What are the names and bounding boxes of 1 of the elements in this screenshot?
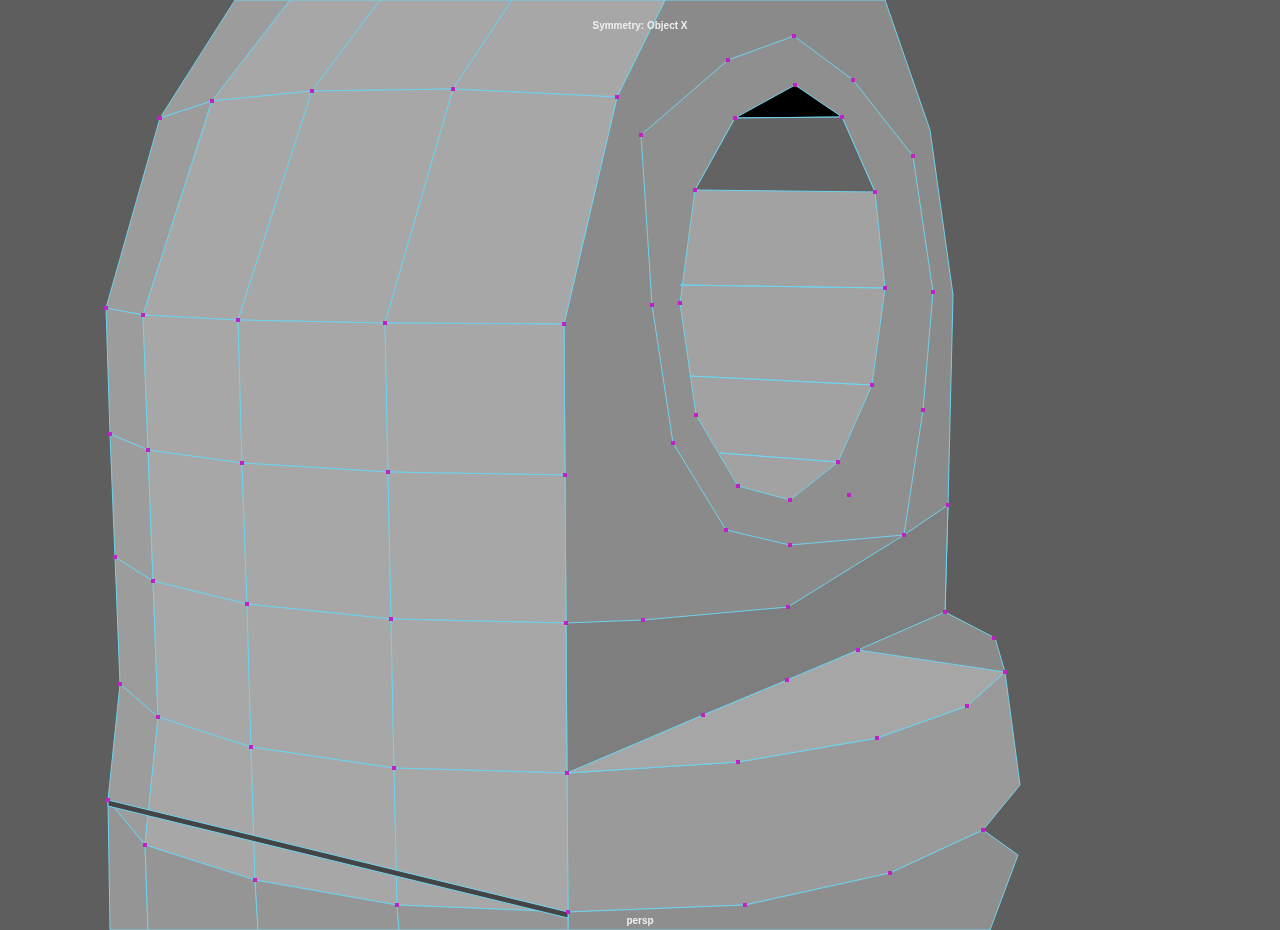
camera-label: persp xyxy=(625,915,655,926)
